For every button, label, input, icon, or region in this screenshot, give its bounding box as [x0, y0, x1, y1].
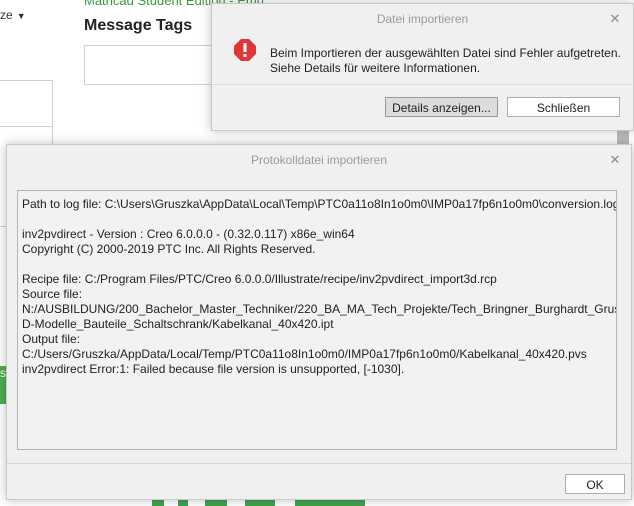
log-text-area[interactable]: Path to log file: C:\Users\Gruszka\AppDa…	[17, 190, 617, 450]
view-size-dropdown[interactable]: ze ▼	[0, 8, 26, 22]
message-tags-input[interactable]	[84, 45, 226, 85]
left-panel-divider	[0, 126, 52, 127]
import-log-dialog: Protokolldatei importieren ✕ Path to log…	[6, 144, 632, 500]
close-icon[interactable]: ✕	[605, 9, 625, 29]
log-line: N:/AUSBILDUNG/200_Bachelor_Master_Techni…	[22, 302, 617, 316]
dialog-divider	[212, 84, 633, 85]
log-blank-line	[22, 212, 612, 227]
log-line: inv2pvdirect - Version : Creo 6.0.0.0 - …	[22, 227, 355, 241]
error-message-line: Beim Importieren der ausgewählten Datei …	[270, 46, 621, 60]
log-line: inv2pvdirect Error:1: Failed because fil…	[22, 362, 405, 376]
details-button[interactable]: Details anzeigen...	[385, 97, 498, 117]
import-error-dialog: Datei importieren ✕ Beim Importieren der…	[211, 3, 634, 131]
close-icon[interactable]: ✕	[605, 150, 625, 170]
error-message-line: Siehe Details für weitere Informationen.	[270, 61, 481, 75]
chevron-down-icon: ▼	[16, 11, 26, 21]
log-line: Path to log file: C:\Users\Gruszka\AppDa…	[22, 197, 617, 211]
log-blank-line	[22, 257, 612, 272]
view-size-label: ze	[0, 8, 13, 22]
ok-button[interactable]: OK	[565, 474, 625, 494]
dialog-title: Datei importieren	[376, 12, 469, 26]
close-button[interactable]: Schließen	[507, 97, 620, 117]
dialog-divider	[7, 463, 631, 464]
log-line: Output file:	[22, 332, 81, 346]
message-tags-title: Message Tags	[84, 17, 193, 34]
log-line: Recipe file: C:/Program Files/PTC/Creo 6…	[22, 272, 497, 286]
log-line: C:/Users/Gruszka/AppData/Local/Temp/PTC0…	[22, 347, 587, 361]
log-line: Copyright (C) 2000-2019 PTC Inc. All Rig…	[22, 242, 316, 256]
log-line: Source file:	[22, 287, 83, 301]
dialog-title: Protokolldatei importieren	[250, 153, 388, 167]
log-line: D-Modelle_Bauteile_Schaltschrank/Kabelka…	[22, 317, 334, 331]
error-message: Beim Importieren der ausgewählten Datei …	[270, 46, 630, 76]
error-icon	[234, 39, 256, 61]
